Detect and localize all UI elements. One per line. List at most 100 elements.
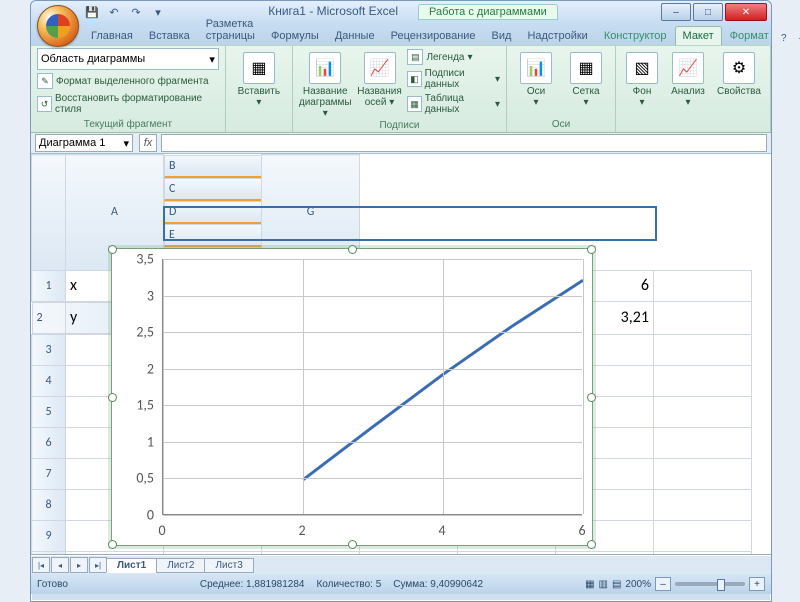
insert-icon: ▦ xyxy=(243,52,275,84)
cell-B10[interactable] xyxy=(164,551,262,555)
tab-review[interactable]: Рецензирование xyxy=(383,26,484,45)
row-6[interactable]: 6 xyxy=(32,427,66,458)
tab-layout[interactable]: Макет xyxy=(675,26,722,45)
mdi-minimize[interactable]: – xyxy=(795,31,800,45)
close-button[interactable]: ✕ xyxy=(725,3,767,21)
resize-handle[interactable] xyxy=(587,540,596,549)
data-labels-button[interactable]: ◧Подписи данных ▾ xyxy=(407,67,500,91)
chart-line-series xyxy=(163,259,582,514)
cell-G8[interactable] xyxy=(654,489,752,520)
minimize-button[interactable]: – xyxy=(661,3,691,21)
legend-icon: ▤ xyxy=(407,49,423,65)
properties-button[interactable]: ⚙Свойства xyxy=(714,48,764,97)
sheet-nav-last[interactable]: ▸| xyxy=(89,557,107,573)
cell-C10[interactable] xyxy=(262,551,360,555)
cell-F10[interactable] xyxy=(556,551,654,555)
select-all[interactable] xyxy=(32,155,66,271)
chart-object[interactable]: 00,511,522,533,50246 xyxy=(111,248,593,546)
tab-pagelayout[interactable]: Разметка страницы xyxy=(198,14,263,45)
tab-addins[interactable]: Надстройки xyxy=(519,26,595,45)
help-button[interactable]: ? xyxy=(777,31,791,45)
status-bar: Готово Среднее: 1,881981284 Количество: … xyxy=(31,574,771,594)
cell-G5[interactable] xyxy=(654,396,752,427)
chart-title-icon: 📊 xyxy=(309,52,341,84)
formula-input[interactable] xyxy=(161,134,767,152)
axes-button[interactable]: 📊Оси▾ xyxy=(513,48,559,108)
cell-G1[interactable] xyxy=(654,270,752,301)
cell-G2[interactable] xyxy=(654,301,752,334)
row-9[interactable]: 9 xyxy=(32,520,66,551)
view-pagebreak-icon[interactable]: ▤ xyxy=(612,579,621,590)
sheet-nav-first[interactable]: |◂ xyxy=(32,557,50,573)
qat-customize[interactable]: ▾ xyxy=(149,3,167,21)
cell-E10[interactable] xyxy=(458,551,556,555)
sheet-tab-3[interactable]: Лист3 xyxy=(204,558,253,573)
ribbon-tabs: Главная Вставка Разметка страницы Формул… xyxy=(31,23,771,45)
zoom-out[interactable]: – xyxy=(655,577,671,591)
row-10[interactable]: 10 xyxy=(32,551,66,555)
sheet-nav-prev[interactable]: ◂ xyxy=(51,557,69,573)
zoom-in[interactable]: + xyxy=(749,577,765,591)
row-1[interactable]: 1 xyxy=(32,270,66,301)
qat-redo[interactable]: ↷ xyxy=(127,3,145,21)
background-button[interactable]: ▧Фон▾ xyxy=(622,48,662,108)
tab-view[interactable]: Вид xyxy=(484,26,520,45)
tab-home[interactable]: Главная xyxy=(83,26,141,45)
resize-handle[interactable] xyxy=(587,245,596,254)
data-table-icon: ▦ xyxy=(407,96,421,112)
chart-title-button[interactable]: 📊Название диаграммы ▾ xyxy=(299,48,352,119)
sheet-tab-2[interactable]: Лист2 xyxy=(156,558,205,573)
row-8[interactable]: 8 xyxy=(32,489,66,520)
axis-titles-button[interactable]: 📈Названия осей ▾ xyxy=(356,48,404,108)
cell-G9[interactable] xyxy=(654,520,752,551)
window-title: Книга1 - Microsoft Excel xyxy=(268,4,398,20)
format-selection[interactable]: ✎Формат выделенного фрагмента xyxy=(37,72,219,90)
format-selection-icon: ✎ xyxy=(37,73,53,89)
cell-G3[interactable] xyxy=(654,334,752,365)
name-box[interactable]: Диаграмма 1▾ xyxy=(35,134,133,152)
gridlines-icon: ▦ xyxy=(570,52,602,84)
resize-handle[interactable] xyxy=(108,540,117,549)
data-table-button[interactable]: ▦Таблица данных ▾ xyxy=(407,92,500,116)
chart-element-selector[interactable]: Область диаграммы▾ xyxy=(37,48,219,70)
cell-G10[interactable] xyxy=(654,551,752,555)
cell-G6[interactable] xyxy=(654,427,752,458)
sheet-nav-next[interactable]: ▸ xyxy=(70,557,88,573)
row-7[interactable]: 7 xyxy=(32,458,66,489)
fx-button[interactable]: fx xyxy=(139,134,157,152)
tab-design[interactable]: Конструктор xyxy=(596,26,675,45)
row-4[interactable]: 4 xyxy=(32,365,66,396)
gridlines-button[interactable]: ▦Сетка▾ xyxy=(563,48,609,108)
office-button[interactable] xyxy=(37,5,79,47)
tab-formulas[interactable]: Формулы xyxy=(263,26,327,45)
status-sum: Сумма: 9,40990642 xyxy=(393,579,483,590)
y-tick-label: 3 xyxy=(114,287,154,304)
zoom-slider[interactable] xyxy=(675,582,745,586)
tab-format[interactable]: Формат xyxy=(722,26,777,45)
worksheet-grid[interactable]: A B C D E F G 1x234562y0,480451,2071,922… xyxy=(31,154,771,555)
cell-D10[interactable] xyxy=(360,551,458,555)
resize-handle[interactable] xyxy=(348,540,357,549)
cell-G7[interactable] xyxy=(654,458,752,489)
resize-handle[interactable] xyxy=(348,245,357,254)
zoom-level[interactable]: 200% xyxy=(625,579,651,590)
maximize-button[interactable]: □ xyxy=(693,3,723,21)
tab-insert[interactable]: Вставка xyxy=(141,26,198,45)
insert-button[interactable]: ▦Вставить▾ xyxy=(232,48,286,108)
cell-G4[interactable] xyxy=(654,365,752,396)
view-pagelayout-icon[interactable]: ▥ xyxy=(599,579,608,590)
tab-data[interactable]: Данные xyxy=(327,26,383,45)
qat-undo[interactable]: ↶ xyxy=(105,3,123,21)
reset-style[interactable]: ↺Восстановить форматирование стиля xyxy=(37,92,219,116)
qat-save[interactable]: 💾 xyxy=(83,3,101,21)
title-bar: 💾 ↶ ↷ ▾ Книга1 - Microsoft Excel Работа … xyxy=(31,1,771,23)
analysis-button[interactable]: 📈Анализ▾ xyxy=(666,48,710,108)
sheet-tab-1[interactable]: Лист1 xyxy=(106,558,157,573)
legend-button[interactable]: ▤Легенда ▾ xyxy=(407,48,500,66)
row-5[interactable]: 5 xyxy=(32,396,66,427)
resize-handle[interactable] xyxy=(587,393,596,402)
cell-A10[interactable] xyxy=(66,551,164,555)
plot-area[interactable] xyxy=(162,259,582,515)
row-3[interactable]: 3 xyxy=(32,334,66,365)
view-normal-icon[interactable]: ▦ xyxy=(585,579,594,590)
